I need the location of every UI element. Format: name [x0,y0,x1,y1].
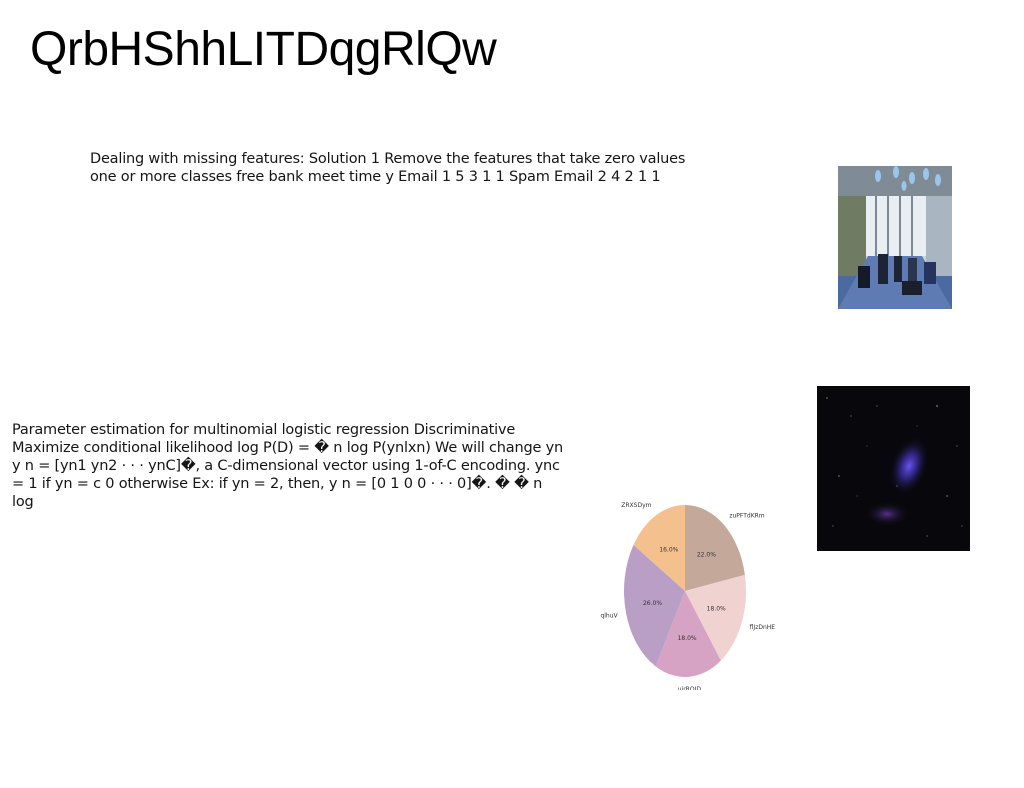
pie-category-label: zuPFTdKRm [729,512,764,519]
parameter-estimation-paragraph: Parameter estimation for multinomial log… [12,422,563,510]
pie-pct-label: 18.0% [707,605,726,612]
pie-pct-label: 26.0% [643,600,662,607]
missing-features-paragraph: Dealing with missing features: Solution … [90,151,686,185]
pie-pct-label: 16.0% [659,547,678,554]
pie-category-label: qlhuV [600,612,618,619]
pie-pct-label: 22.0% [697,552,716,559]
pie-category-label: ujrROJD [678,686,702,690]
nebula-space-photo [817,386,970,551]
pie-category-label: flJzDnHE [750,624,776,631]
pie-chart: 22.0% zuPFTdKRm 18.0% flJzDnHE 18.0% ujrROJD 2… [600,495,780,690]
pie-pct-label: 18.0% [678,635,697,642]
office-interior-photo [838,166,952,309]
pie-category-label: ZRXSDym [621,502,651,509]
page-title: QrbHShhLITDqgRlQw [30,23,497,76]
